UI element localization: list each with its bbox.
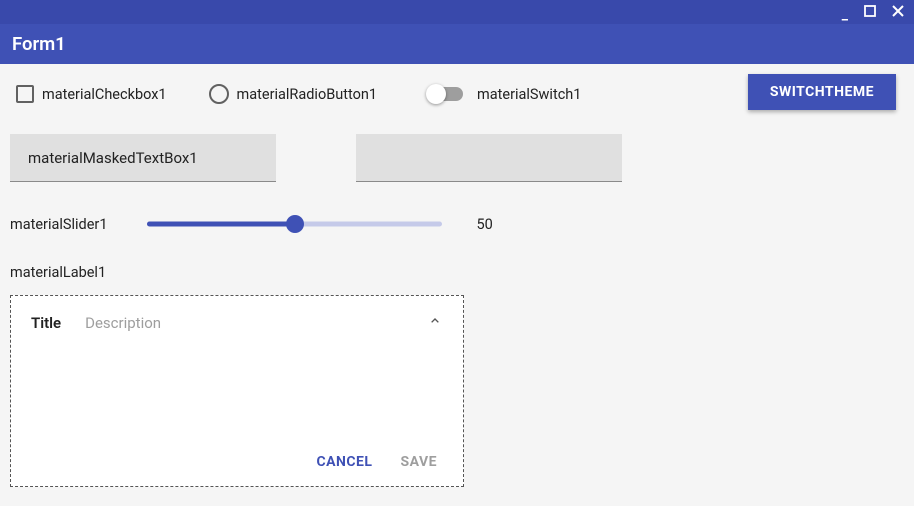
checkbox-icon	[16, 85, 34, 103]
panel-description: Description	[85, 314, 161, 332]
window-titlebar: _	[0, 0, 914, 24]
cancel-button[interactable]: CANCEL	[316, 454, 372, 470]
app-header: Form1	[0, 24, 914, 64]
material-slider[interactable]	[147, 214, 442, 234]
material-checkbox[interactable]: materialCheckbox1	[16, 85, 167, 103]
material-masked-textbox[interactable]: materialMaskedTextBox1	[10, 134, 276, 182]
save-button[interactable]: SAVE	[401, 454, 438, 470]
switch-track-icon	[429, 87, 463, 101]
panel-title: Title	[31, 314, 61, 332]
textbox-row: materialMaskedTextBox1	[10, 134, 904, 182]
slider-row: materialSlider1 50	[10, 214, 904, 234]
switch-thumb-icon	[426, 84, 446, 104]
window-minimize-button[interactable]: _	[838, 6, 852, 24]
material-switch[interactable]: materialSwitch1	[429, 86, 581, 103]
slider-value: 50	[476, 216, 492, 233]
expansion-panel-actions: CANCEL SAVE	[11, 440, 463, 486]
window-close-button[interactable]	[888, 3, 908, 22]
material-textbox-2[interactable]	[356, 134, 622, 182]
expansion-panel-body	[11, 350, 463, 440]
radio-icon	[209, 84, 229, 104]
slider-thumb-icon	[286, 215, 304, 233]
material-radio-button[interactable]: materialRadioButton1	[209, 84, 377, 104]
form-content: materialCheckbox1 materialRadioButton1 m…	[0, 64, 914, 506]
slider-fill	[147, 222, 295, 227]
controls-row: materialCheckbox1 materialRadioButton1 m…	[10, 76, 904, 112]
material-label: materialLabel1	[10, 264, 904, 281]
form-title: Form1	[12, 33, 66, 55]
expansion-panel: Title Description CANCEL SAVE	[10, 295, 464, 487]
window-maximize-button[interactable]	[860, 3, 880, 22]
checkbox-label: materialCheckbox1	[42, 86, 167, 103]
switch-label: materialSwitch1	[477, 86, 581, 103]
masked-textbox-value: materialMaskedTextBox1	[28, 149, 198, 167]
expansion-panel-header[interactable]: Title Description	[11, 296, 463, 350]
switch-theme-button[interactable]: SWITCHTHEME	[748, 74, 896, 110]
chevron-up-icon	[427, 313, 443, 333]
slider-label: materialSlider1	[10, 216, 107, 233]
radio-label: materialRadioButton1	[237, 86, 377, 103]
